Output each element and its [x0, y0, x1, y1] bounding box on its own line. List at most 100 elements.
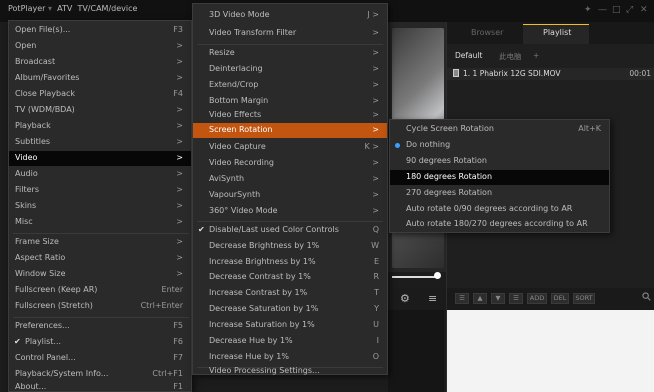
menu-item-playback[interactable]: Playback >: [9, 119, 191, 134]
menu-item-video-recording[interactable]: Video Recording >: [193, 156, 387, 171]
menu-item-skins[interactable]: Skins >: [9, 199, 191, 214]
menu-item-subtitles[interactable]: Subtitles >: [9, 135, 191, 150]
menu-item-increase-hue[interactable]: Increase Hue by 1% O: [193, 350, 387, 365]
menu-item-vapoursynth[interactable]: VapourSynth >: [193, 188, 387, 203]
menu-item-decrease-brightness[interactable]: Decrease Brightness by 1% W: [193, 239, 387, 254]
seek-handle[interactable]: [434, 272, 441, 279]
menu-item-close-playback[interactable]: Close Playback F4: [9, 87, 191, 102]
menu-item-label: Extend/Crop: [209, 80, 259, 89]
sort-button[interactable]: SORT: [573, 293, 595, 304]
menu-item-broadcast[interactable]: Broadcast >: [9, 55, 191, 70]
menu-item-shortcut: E: [373, 257, 379, 266]
menu-item-shortcut: F3: [173, 25, 183, 34]
fullscreen-icon[interactable]: ⤢: [626, 5, 633, 15]
search-icon[interactable]: [642, 292, 651, 304]
menu-item-avisynth[interactable]: AviSynth >: [193, 172, 387, 187]
menu-item-audio[interactable]: Audio >: [9, 167, 191, 182]
menu-item-preferences[interactable]: Preferences... F5: [9, 319, 191, 334]
close-button[interactable]: ✕: [640, 5, 648, 15]
pin-icon[interactable]: ✦: [584, 5, 592, 15]
subtab-default[interactable]: Default: [455, 51, 482, 60]
add-subtab-button[interactable]: +: [533, 51, 539, 60]
menu-item-disable-color-controls[interactable]: ✔ Disable/Last used Color Controls Q: [193, 223, 387, 238]
menu-item-misc[interactable]: Misc >: [9, 215, 191, 230]
menu-item-video-processing-settings[interactable]: Video Processing Settings...: [193, 366, 387, 376]
menu-item-decrease-contrast[interactable]: Decrease Contrast by 1% R: [193, 270, 387, 285]
menu-item-bottom-margin[interactable]: Bottom Margin >: [193, 94, 387, 109]
menu-item-shortcut: Ctrl+Enter: [140, 301, 183, 310]
menu-item-label: VapourSynth: [209, 190, 261, 199]
gear-icon[interactable]: ⚙: [400, 292, 410, 305]
menu-item-270-degrees[interactable]: 270 degrees Rotation: [390, 186, 609, 201]
menu-item-control-panel[interactable]: Control Panel... F7: [9, 351, 191, 366]
minimize-button[interactable]: —: [598, 5, 607, 15]
search-icon-svg: [642, 292, 651, 301]
menu-item-auto-rotate-0-90[interactable]: Auto rotate 0/90 degrees according to AR: [390, 202, 609, 217]
tab-playlist[interactable]: Playlist: [543, 28, 571, 37]
list-options-button[interactable]: ☰: [509, 293, 523, 304]
app-menu-chevron-icon[interactable]: ▾: [48, 4, 52, 13]
submenu-arrow-icon: >: [372, 110, 379, 119]
menu-item-shortcut: Q: [372, 225, 379, 234]
menu-item-shortcut: W: [371, 241, 379, 250]
app-name-button[interactable]: PotPlayer: [8, 4, 45, 13]
checkmark-icon: ✔: [198, 225, 205, 234]
menu-item-frame-size[interactable]: Frame Size >: [9, 235, 191, 250]
menu-item-window-size[interactable]: Window Size >: [9, 267, 191, 282]
atv-button[interactable]: ATV: [57, 4, 72, 13]
menu-item-decrease-saturation[interactable]: Decrease Saturation by 1% Y: [193, 302, 387, 317]
menu-item-fullscreen-stretch[interactable]: Fullscreen (Stretch) Ctrl+Enter: [9, 299, 191, 314]
playlist-empty-area[interactable]: [447, 310, 654, 392]
tab-browser[interactable]: Browser: [471, 28, 503, 37]
menu-item-playback-system-info[interactable]: Playback/System Info... Ctrl+F1: [9, 367, 191, 382]
menu-item-shortcut: I: [376, 336, 379, 345]
menu-item-video-capture[interactable]: Video Capture K >: [193, 140, 387, 155]
menu-item-increase-saturation[interactable]: Increase Saturation by 1% U: [193, 318, 387, 333]
menu-item-tv-wdm-bda[interactable]: TV (WDM/BDA) >: [9, 103, 191, 118]
menu-item-shortcut: J >: [367, 10, 379, 19]
submenu-arrow-icon: >: [372, 158, 379, 167]
subtab-this-pc[interactable]: 此电脑: [499, 51, 522, 62]
menu-item-cycle-screen-rotation[interactable]: Cycle Screen Rotation Alt+K: [390, 122, 609, 137]
move-down-button[interactable]: ▼: [491, 293, 505, 304]
menu-item-video-effects[interactable]: Video Effects >: [193, 108, 387, 123]
menu-item-auto-rotate-180-270[interactable]: Auto rotate 180/270 degrees according to…: [390, 217, 609, 232]
menu-item-3d-video-mode[interactable]: 3D Video Mode J >: [193, 8, 387, 23]
menu-item-about[interactable]: About... F1: [9, 382, 191, 392]
menu-item-label: Close Playback: [15, 89, 76, 98]
tv-cam-device-button[interactable]: TV/CAM/device: [77, 4, 137, 13]
menu-item-extend-crop[interactable]: Extend/Crop >: [193, 78, 387, 93]
menu-item-deinterlacing[interactable]: Deinterlacing >: [193, 62, 387, 77]
menu-item-fullscreen-keep-ar[interactable]: Fullscreen (Keep AR) Enter: [9, 283, 191, 298]
menu-item-screen-rotation[interactable]: Screen Rotation >: [193, 123, 387, 138]
menu-item-360-video-mode[interactable]: 360° Video Mode >: [193, 204, 387, 219]
menu-item-open-files[interactable]: Open File(s)... F3: [9, 23, 191, 38]
menu-item-video-transform-filter[interactable]: Video Transform Filter >: [193, 26, 387, 41]
playlist-toolbar: ☰ ▲ ▼ ☰ ADD DEL SORT: [447, 288, 654, 310]
menu-item-resize[interactable]: Resize >: [193, 46, 387, 61]
maximize-button[interactable]: □: [612, 5, 621, 15]
menu-item-album-favorites[interactable]: Album/Favorites >: [9, 71, 191, 86]
screen-rotation-submenu: Cycle Screen Rotation Alt+K Do nothing 90…: [389, 119, 610, 233]
playlist-item[interactable]: 1. 1 Phabrix 12G SDI.MOV 00:01: [447, 68, 654, 80]
menu-item-filters[interactable]: Filters >: [9, 183, 191, 198]
menu-item-increase-contrast[interactable]: Increase Contrast by 1% T: [193, 286, 387, 301]
menu-item-label: Video Recording: [209, 158, 274, 167]
menu-item-playlist[interactable]: ✔ Playlist... F6: [9, 335, 191, 350]
menu-item-shortcut: T: [374, 288, 379, 297]
menu-item-do-nothing[interactable]: Do nothing: [390, 138, 609, 153]
menu-item-decrease-hue[interactable]: Decrease Hue by 1% I: [193, 334, 387, 349]
menu-item-open[interactable]: Open >: [9, 39, 191, 54]
move-up-button[interactable]: ▲: [473, 293, 487, 304]
delete-button[interactable]: DEL: [551, 293, 569, 304]
add-button[interactable]: ADD: [527, 293, 547, 304]
seek-bar[interactable]: [392, 276, 440, 278]
menu-item-label: 360° Video Mode: [209, 206, 278, 215]
menu-item-video[interactable]: Video >: [9, 151, 191, 166]
menu-item-increase-brightness[interactable]: Increase Brightness by 1% E: [193, 255, 387, 270]
menu-item-aspect-ratio[interactable]: Aspect Ratio >: [9, 251, 191, 266]
select-all-button[interactable]: ☰: [455, 293, 469, 304]
menu-item-180-degrees[interactable]: 180 degrees Rotation: [390, 170, 609, 185]
menu-item-90-degrees[interactable]: 90 degrees Rotation: [390, 154, 609, 169]
menu-icon[interactable]: ≡: [428, 292, 437, 305]
